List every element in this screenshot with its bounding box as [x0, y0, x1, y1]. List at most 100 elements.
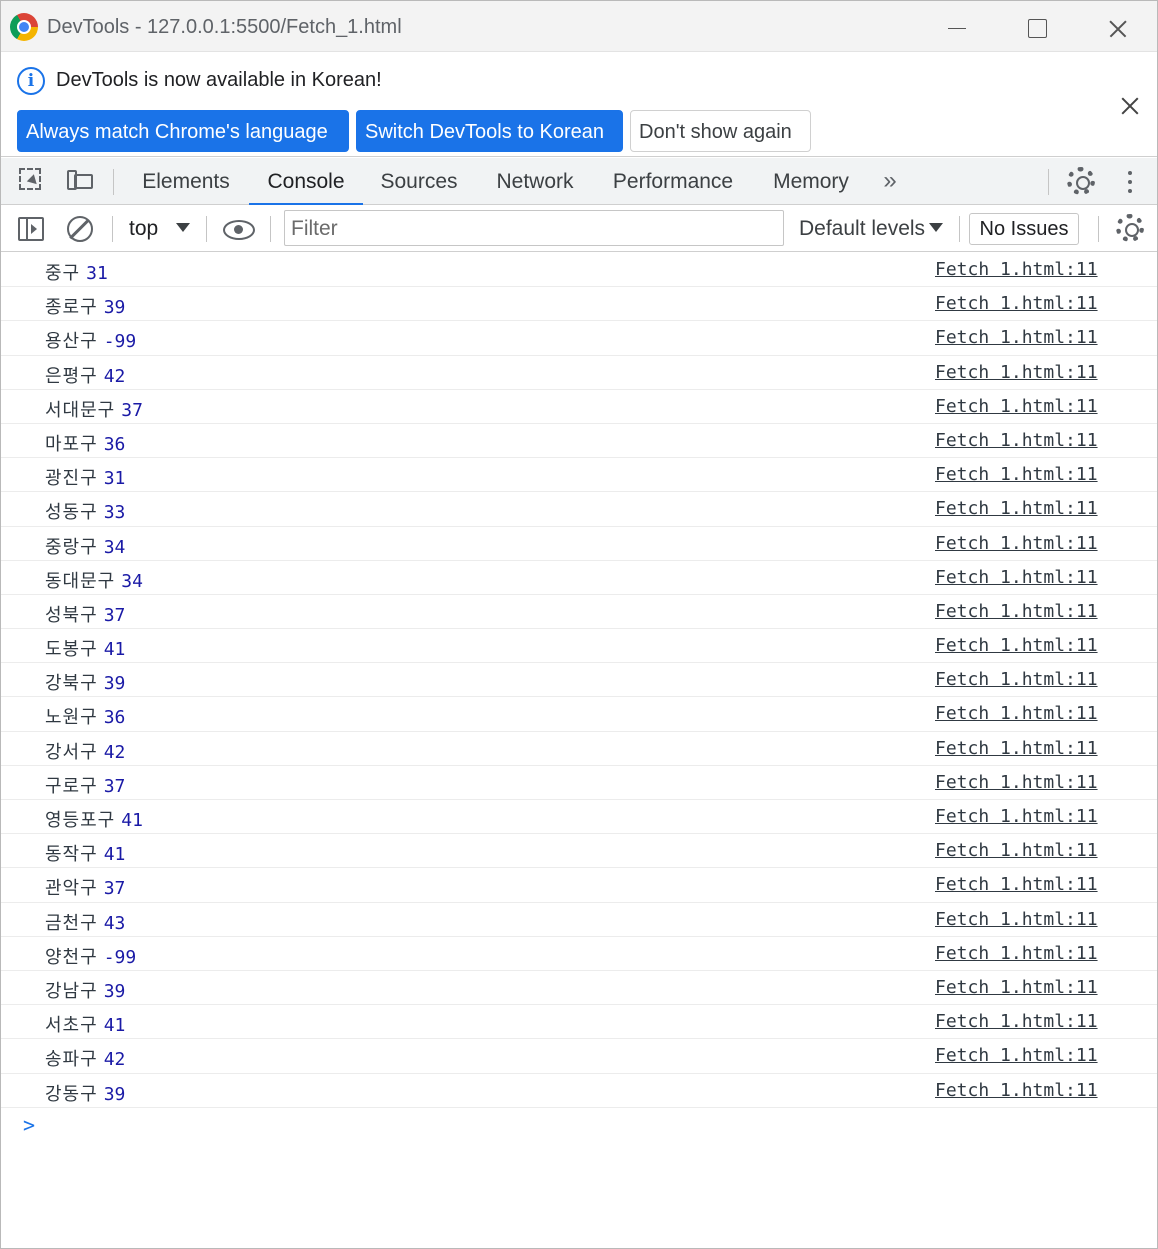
log-value: 42 — [103, 741, 126, 763]
log-message: 강북구 39 — [45, 669, 125, 695]
log-message: 중구 31 — [45, 259, 108, 285]
log-source-link[interactable]: Fetch 1.html:11 — [935, 533, 1098, 554]
toolbar-divider — [959, 216, 960, 242]
console-log-row: 마포구 36 Fetch 1.html:11 — [1, 424, 1157, 459]
console-log-row: 송파구 42 Fetch 1.html:11 — [1, 1039, 1157, 1074]
log-source-link[interactable]: Fetch 1.html:11 — [935, 738, 1098, 759]
log-source-link[interactable]: Fetch 1.html:11 — [935, 669, 1098, 690]
console-log-row: 강남구 39 Fetch 1.html:11 — [1, 971, 1157, 1006]
log-source-link[interactable]: Fetch 1.html:11 — [935, 430, 1098, 451]
tab-network[interactable]: Network — [479, 158, 591, 205]
log-source-link[interactable]: Fetch 1.html:11 — [935, 601, 1098, 622]
log-district: 은평구 — [45, 365, 98, 387]
log-value: 31 — [103, 468, 126, 490]
log-source-link[interactable]: Fetch 1.html:11 — [935, 498, 1098, 519]
log-message: 금천구 43 — [45, 909, 125, 935]
log-source-link[interactable]: Fetch 1.html:11 — [935, 635, 1098, 656]
settings-gear-icon[interactable] — [1067, 167, 1095, 195]
tab-sources[interactable]: Sources — [367, 158, 471, 205]
log-district: 영등포구 — [45, 810, 116, 831]
info-icon: i — [17, 67, 45, 95]
always-match-language-button[interactable]: Always match Chrome's language — [17, 110, 349, 152]
toolbar-divider — [112, 216, 113, 242]
dont-show-again-button[interactable]: Don't show again — [630, 110, 811, 152]
log-message: 용산구 -99 — [45, 327, 136, 353]
log-levels-dropdown[interactable]: Default levels — [799, 206, 925, 252]
console-log-row: 서대문구 37 Fetch 1.html:11 — [1, 390, 1157, 424]
filter-input[interactable] — [291, 216, 771, 242]
close-window-button[interactable] — [1098, 11, 1138, 45]
log-message: 영등포구 41 — [45, 806, 143, 832]
log-source-link[interactable]: Fetch 1.html:11 — [935, 259, 1098, 280]
log-source-link[interactable]: Fetch 1.html:11 — [935, 703, 1098, 724]
switch-to-korean-button[interactable]: Switch DevTools to Korean — [356, 110, 623, 152]
tab-memory[interactable]: Memory — [757, 158, 865, 205]
minimize-button[interactable] — [938, 11, 978, 45]
close-infobar-icon[interactable] — [1115, 92, 1145, 122]
log-value: 41 — [103, 639, 126, 661]
console-log-row: 양천구 -99 Fetch 1.html:11 — [1, 937, 1157, 971]
console-log-row: 은평구 42 Fetch 1.html:11 — [1, 356, 1157, 390]
clear-console-icon[interactable] — [67, 216, 93, 242]
log-source-link[interactable]: Fetch 1.html:11 — [935, 772, 1098, 793]
context-selector[interactable]: top — [129, 206, 158, 252]
chevron-down-icon[interactable] — [176, 223, 190, 232]
log-value: 37 — [121, 399, 143, 421]
inspect-element-icon[interactable] — [17, 166, 47, 196]
log-source-link[interactable]: Fetch 1.html:11 — [935, 943, 1098, 964]
log-source-link[interactable]: Fetch 1.html:11 — [935, 567, 1098, 588]
tab-console[interactable]: Console — [249, 158, 363, 205]
log-value: 36 — [103, 433, 126, 455]
filter-box — [284, 210, 784, 246]
show-sidebar-icon[interactable] — [18, 217, 44, 241]
tab-elements[interactable]: Elements — [126, 158, 246, 205]
log-source-link[interactable]: Fetch 1.html:11 — [935, 1045, 1098, 1066]
log-message: 강서구 42 — [45, 738, 125, 764]
log-district: 광진구 — [45, 468, 98, 490]
console-log-row: 성북구 37 Fetch 1.html:11 — [1, 595, 1157, 630]
issues-button[interactable]: No Issues — [969, 213, 1079, 245]
log-message: 관악구 37 — [45, 874, 125, 900]
language-infobar: i DevTools is now available in Korean! A… — [1, 52, 1157, 157]
console-log-row: 중랑구 34 Fetch 1.html:11 — [1, 527, 1157, 561]
log-source-link[interactable]: Fetch 1.html:11 — [935, 909, 1098, 930]
device-toolbar-icon[interactable] — [65, 166, 95, 196]
log-district: 강서구 — [45, 741, 98, 763]
customize-menu-icon[interactable] — [1121, 169, 1139, 195]
log-district: 마포구 — [45, 433, 98, 455]
log-district: 동대문구 — [45, 570, 116, 592]
chevron-down-icon[interactable] — [929, 223, 943, 232]
log-source-link[interactable]: Fetch 1.html:11 — [935, 293, 1098, 314]
log-value: 41 — [103, 844, 126, 866]
log-source-link[interactable]: Fetch 1.html:11 — [935, 1080, 1098, 1101]
log-message: 서대문구 37 — [45, 396, 143, 422]
console-log-row: 금천구 43 Fetch 1.html:11 — [1, 903, 1157, 937]
console-log-row: 관악구 37 Fetch 1.html:11 — [1, 868, 1157, 903]
log-source-link[interactable]: Fetch 1.html:11 — [935, 396, 1098, 417]
log-source-link[interactable]: Fetch 1.html:11 — [935, 362, 1098, 383]
console-settings-gear-icon[interactable] — [1116, 214, 1144, 242]
console-log-row: 도봉구 41 Fetch 1.html:11 — [1, 629, 1157, 664]
log-value: 34 — [121, 570, 143, 592]
toolbar-divider — [113, 169, 114, 195]
log-source-link[interactable]: Fetch 1.html:11 — [935, 1011, 1098, 1032]
more-tabs-icon[interactable]: » — [875, 166, 905, 196]
tab-performance[interactable]: Performance — [599, 158, 747, 205]
infobar-message: DevTools is now available in Korean! — [56, 69, 382, 91]
console-prompt[interactable]: > — [23, 1113, 35, 1137]
log-source-link[interactable]: Fetch 1.html:11 — [935, 327, 1098, 348]
log-source-link[interactable]: Fetch 1.html:11 — [935, 806, 1098, 827]
log-source-link[interactable]: Fetch 1.html:11 — [935, 977, 1098, 998]
log-source-link[interactable]: Fetch 1.html:11 — [935, 874, 1098, 895]
console-log-row: 광진구 31 Fetch 1.html:11 — [1, 458, 1157, 493]
log-message: 양천구 -99 — [45, 943, 136, 969]
log-message: 동작구 41 — [45, 840, 125, 866]
log-message: 마포구 36 — [45, 430, 125, 456]
log-source-link[interactable]: Fetch 1.html:11 — [935, 840, 1098, 861]
log-district: 동작구 — [45, 844, 98, 866]
toolbar-divider — [206, 216, 207, 242]
maximize-button[interactable] — [1018, 11, 1058, 45]
log-source-link[interactable]: Fetch 1.html:11 — [935, 464, 1098, 485]
live-expression-eye-icon[interactable] — [223, 220, 255, 240]
console-log-row: 종로구 39 Fetch 1.html:11 — [1, 287, 1157, 322]
